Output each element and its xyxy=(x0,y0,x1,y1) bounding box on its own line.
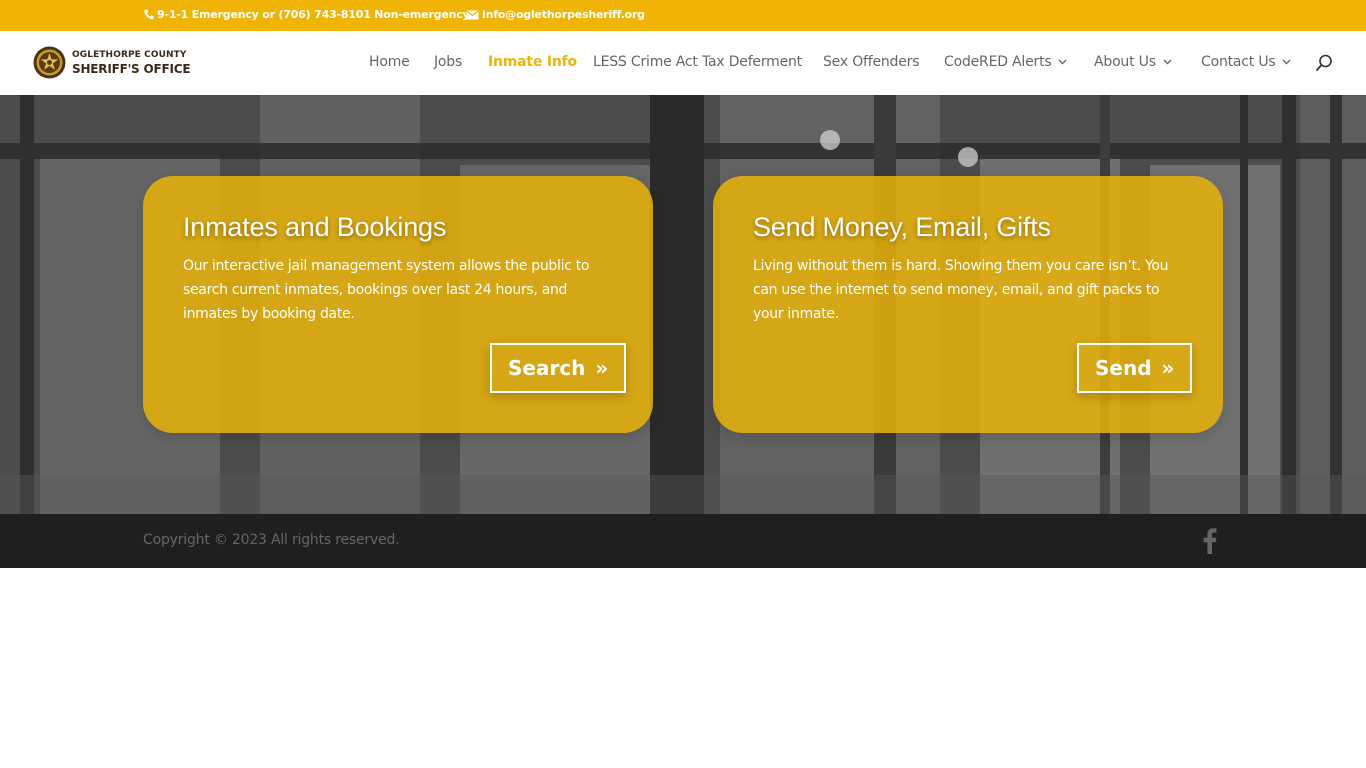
nav-jobs[interactable]: Jobs xyxy=(434,54,462,70)
chevron-down-icon xyxy=(1163,59,1172,65)
inmates-bookings-card: Inmates and Bookings Our interactive jai… xyxy=(143,176,653,433)
hero-section: Inmates and Bookings Our interactive jai… xyxy=(0,95,1366,514)
email-text: info@oglethorpesheriff.org xyxy=(482,8,645,21)
phone-text: 9-1-1 Emergency or (706) 743-8101 Non-em… xyxy=(157,8,470,21)
nav-codered-alerts-label: CodeRED Alerts xyxy=(944,54,1052,70)
search-button[interactable]: Search » xyxy=(490,343,627,393)
double-chevron-right-icon: » xyxy=(595,356,609,380)
nav-jobs-label: Jobs xyxy=(434,54,463,70)
main-nav: Home Jobs Inmate Info LESS Crime Act Tax… xyxy=(0,31,1366,95)
chevron-down-icon xyxy=(1058,59,1067,65)
facebook-icon[interactable] xyxy=(1203,528,1217,554)
nav-home-label: Home xyxy=(369,54,410,70)
nav-codered-alerts[interactable]: CodeRED Alerts xyxy=(944,54,1067,70)
nav-inmate-info-label: Inmate Info xyxy=(488,54,577,70)
nav-sex-offenders[interactable]: Sex Offenders xyxy=(823,54,920,70)
send-money-card: Send Money, Email, Gifts Living without … xyxy=(713,176,1223,433)
send-button[interactable]: Send » xyxy=(1077,343,1193,393)
nav-less-crime-act[interactable]: LESS Crime Act Tax Deferment xyxy=(593,54,802,70)
send-button-label: Send xyxy=(1095,356,1152,380)
nav-about-us[interactable]: About Us xyxy=(1094,54,1172,70)
emergency-phone[interactable]: 9-1-1 Emergency or (706) 743-8101 Non-em… xyxy=(144,8,470,21)
card-title: Inmates and Bookings xyxy=(183,212,447,242)
top-info-bar: 9-1-1 Emergency or (706) 743-8101 Non-em… xyxy=(0,0,1366,31)
site-footer: Copyright © 2023 All rights reserved. xyxy=(0,514,1366,568)
nav-home[interactable]: Home xyxy=(369,54,410,70)
nav-contact-us[interactable]: Contact Us xyxy=(1201,54,1291,70)
copyright-text: Copyright © 2023 All rights reserved. xyxy=(143,532,400,548)
nav-sex-offenders-label: Sex Offenders xyxy=(823,54,920,70)
card-title: Send Money, Email, Gifts xyxy=(753,212,1051,242)
envelope-icon xyxy=(466,9,479,19)
chevron-down-icon xyxy=(1282,59,1291,65)
site-header: OGLETHORPE COUNTY SHERIFF'S OFFICE Home … xyxy=(0,31,1366,95)
nav-inmate-info[interactable]: Inmate Info xyxy=(488,54,577,70)
card-description: Our interactive jail management system a… xyxy=(183,258,590,322)
nav-less-crime-act-label: LESS Crime Act Tax Deferment xyxy=(593,54,802,70)
card-description: Living without them is hard. Showing the… xyxy=(753,258,1169,322)
double-chevron-right-icon: » xyxy=(1161,356,1175,380)
nav-contact-us-label: Contact Us xyxy=(1201,54,1276,70)
search-icon[interactable] xyxy=(1315,54,1333,72)
email-link[interactable]: info@oglethorpesheriff.org xyxy=(466,8,645,21)
nav-about-us-label: About Us xyxy=(1094,54,1156,70)
search-button-label: Search xyxy=(508,356,586,380)
phone-icon xyxy=(144,9,154,20)
